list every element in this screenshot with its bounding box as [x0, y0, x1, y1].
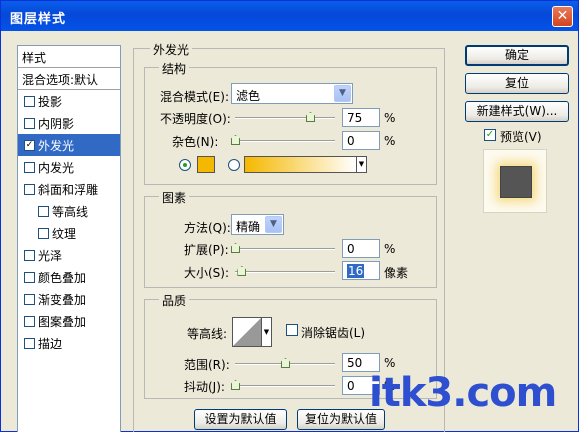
range-label: 范围(R):	[184, 358, 230, 372]
make-default-button[interactable]: 设置为默认值	[194, 409, 287, 430]
glow-color-swatch[interactable]	[197, 156, 215, 173]
style-list-item-label: 光泽	[38, 249, 63, 263]
close-button[interactable]: ✕	[552, 6, 573, 27]
solid-color-radio[interactable]	[179, 159, 191, 171]
style-list-header[interactable]: 样式	[18, 46, 120, 68]
style-checkbox[interactable]	[38, 228, 49, 239]
quality-title: 品质	[159, 292, 190, 309]
noise-unit: %	[384, 134, 396, 148]
new-style-button[interactable]: 新建样式(W)...	[465, 101, 569, 122]
window-title: 图层样式	[10, 12, 67, 27]
technique-value: 精确	[236, 220, 261, 234]
chevron-down-icon: ▼	[358, 160, 365, 168]
contour-dropdown-button[interactable]: ▼	[261, 317, 272, 347]
style-preview-thumbnail	[483, 149, 547, 213]
style-list-item-label: 外发光	[38, 139, 75, 153]
preview-label[interactable]: 预览(V)	[500, 128, 542, 145]
title-bar: 图层样式 ✕	[1, 1, 578, 31]
technique-select[interactable]: 精确 ▼	[231, 214, 284, 235]
elements-title: 图素	[159, 189, 190, 206]
style-list-item[interactable]: 图案叠加	[18, 310, 120, 332]
contour-linear-icon	[233, 318, 261, 346]
gradient-swatch[interactable]	[244, 156, 357, 173]
antialias-label[interactable]: 消除锯齿(L)	[301, 324, 365, 341]
style-list-item-label: 渐变叠加	[38, 293, 87, 307]
style-checkbox[interactable]: ✓	[24, 140, 35, 151]
spread-unit: %	[384, 242, 396, 256]
style-list-item[interactable]: 内发光	[18, 156, 120, 178]
style-list-item[interactable]: 投影	[18, 90, 120, 112]
style-list-item-label: 颜色叠加	[38, 271, 87, 285]
style-list: 样式 混合选项:默认 投影 内阴影 ✓ 外发光 内发光 斜面和浮雕 等高线 纹理 光泽 颜色叠加渐…	[17, 45, 121, 432]
spread-input[interactable]: 0	[342, 239, 380, 258]
reset-button[interactable]: 复位	[465, 73, 569, 94]
style-checkbox[interactable]	[24, 96, 35, 107]
style-list-item-label: 内阴影	[38, 117, 75, 131]
style-list-item-label: 等高线	[52, 205, 89, 219]
noise-input[interactable]: 0	[342, 131, 380, 150]
style-checkbox[interactable]	[24, 184, 35, 195]
size-label: 大小(S):	[184, 266, 230, 280]
blend-mode-select[interactable]: 滤色 ▼	[231, 83, 353, 104]
close-icon: ✕	[556, 8, 569, 24]
style-list-item[interactable]: 等高线	[18, 200, 120, 222]
style-checkbox[interactable]	[24, 338, 35, 349]
style-list-item-label: 描边	[38, 337, 63, 351]
style-list-item-label: 内发光	[38, 161, 75, 175]
technique-label: 方法(Q):	[184, 221, 231, 235]
size-value: 16	[347, 264, 365, 278]
blending-options-item[interactable]: 混合选项:默认	[18, 68, 120, 90]
outer-glow-title: 外发光	[150, 41, 193, 58]
watermark-logo: itk3.com	[369, 370, 557, 416]
contour-picker[interactable]	[232, 317, 262, 347]
spread-slider-track[interactable]	[235, 248, 335, 250]
style-list-item[interactable]: ✓ 外发光	[18, 134, 120, 156]
style-checkbox[interactable]	[38, 206, 49, 217]
style-list-item-label: 图案叠加	[38, 315, 87, 329]
antialias-checkbox[interactable]	[286, 324, 298, 336]
size-input[interactable]: 16	[342, 261, 380, 280]
chevron-down-icon: ▼	[263, 328, 270, 336]
style-list-item[interactable]: 纹理	[18, 222, 120, 244]
opacity-label: 不透明度(O):	[160, 112, 231, 126]
style-checkbox[interactable]	[24, 316, 35, 327]
style-list-item-label: 纹理	[52, 227, 77, 241]
style-checkbox[interactable]	[24, 272, 35, 283]
style-checkbox[interactable]	[24, 118, 35, 129]
jitter-label: 抖动(J):	[184, 380, 225, 394]
noise-slider-track[interactable]	[235, 140, 335, 142]
style-list-item[interactable]: 渐变叠加	[18, 288, 120, 310]
spread-label: 扩展(P):	[184, 243, 229, 257]
size-unit: 像素	[384, 266, 409, 280]
opacity-slider-track[interactable]	[235, 117, 335, 119]
noise-label: 杂色(N):	[172, 135, 219, 149]
range-unit: %	[384, 356, 396, 370]
blend-mode-label: 混合模式(E):	[160, 90, 229, 104]
preview-swatch	[500, 166, 532, 198]
style-list-item-label: 投影	[38, 95, 63, 109]
style-list-item[interactable]: 光泽	[18, 244, 120, 266]
contour-label: 等高线:	[187, 327, 228, 341]
style-list-item[interactable]: 颜色叠加	[18, 266, 120, 288]
opacity-unit: %	[384, 111, 396, 125]
chevron-down-icon: ▼	[265, 216, 282, 233]
structure-title: 结构	[159, 60, 190, 77]
chevron-down-icon: ▼	[334, 85, 351, 102]
style-list-item-label: 斜面和浮雕	[38, 183, 99, 197]
style-list-item[interactable]: 斜面和浮雕	[18, 178, 120, 200]
gradient-dropdown-button[interactable]: ▼	[356, 156, 367, 173]
opacity-input[interactable]: 75	[342, 108, 380, 127]
size-slider-track[interactable]	[235, 271, 335, 273]
style-checkbox[interactable]	[24, 294, 35, 305]
style-list-item[interactable]: 描边	[18, 332, 120, 354]
style-checkbox[interactable]	[24, 250, 35, 261]
jitter-slider-track[interactable]	[235, 385, 335, 387]
style-list-item[interactable]: 内阴影	[18, 112, 120, 134]
style-checkbox[interactable]	[24, 162, 35, 173]
layer-style-dialog: 图层样式 ✕ 样式 混合选项:默认 投影 内阴影 ✓ 外发光 内发光 斜面和浮雕 等高线 纹理…	[0, 0, 579, 432]
gradient-radio[interactable]	[228, 159, 240, 171]
preview-checkbox[interactable]: ✓	[484, 129, 496, 141]
blend-mode-value: 滤色	[236, 89, 261, 103]
ok-button[interactable]: 确定	[465, 45, 569, 66]
